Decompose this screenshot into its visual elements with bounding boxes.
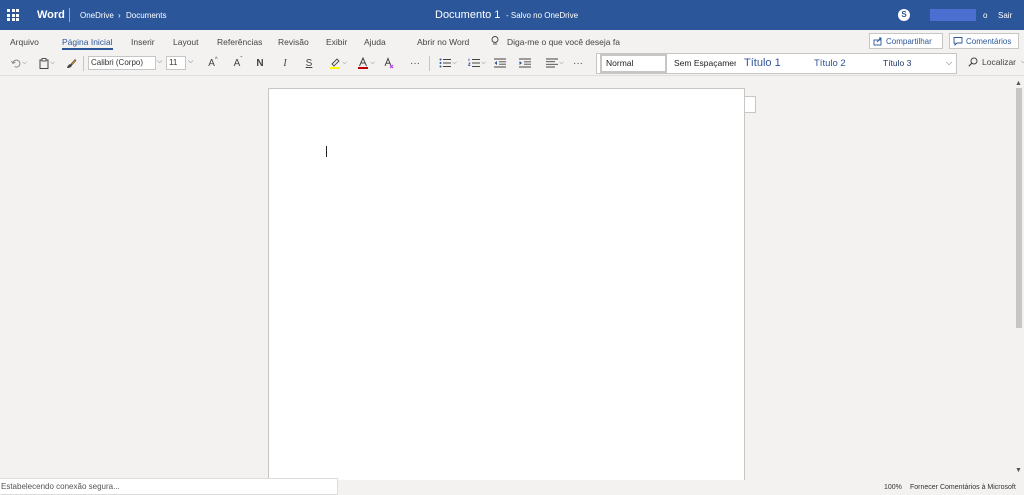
title-divider: [69, 8, 70, 22]
toolbar-separator: [429, 56, 430, 71]
breadcrumb-separator: ›: [118, 11, 121, 20]
share-label: Compartilhar: [886, 36, 932, 46]
scroll-down-arrow-icon[interactable]: ▼: [1015, 467, 1022, 474]
grow-font-icon: A: [208, 57, 215, 69]
bullets-button[interactable]: ⌵: [437, 56, 459, 70]
share-button[interactable]: Compartilhar: [869, 33, 943, 49]
more-icon: ···: [573, 57, 583, 69]
font-color-icon: [358, 57, 369, 69]
format-painter-icon: [66, 58, 76, 68]
bold-button[interactable]: N: [254, 56, 266, 70]
decrease-indent-button[interactable]: [493, 56, 507, 70]
increase-indent-icon: [519, 58, 531, 68]
clear-formatting-icon: [384, 57, 394, 69]
save-status: - Salvo no OneDrive: [506, 11, 579, 20]
clipboard-icon: [39, 57, 49, 69]
comment-icon: [953, 37, 963, 46]
alignment-button[interactable]: ⌵: [544, 56, 566, 70]
text-cursor: [326, 146, 327, 157]
waffle-icon: [7, 9, 19, 21]
tab-inserir[interactable]: Inserir: [131, 37, 155, 47]
underline-icon: S: [305, 57, 313, 69]
connection-status: Estabelecendo conexão segura...: [0, 478, 338, 495]
document-title[interactable]: Documento 1: [435, 9, 500, 21]
tell-me-search[interactable]: Diga-me o que você deseja fa: [507, 37, 620, 47]
skype-icon[interactable]: S: [898, 9, 910, 21]
more-icon: ···: [410, 57, 420, 69]
sign-out-link[interactable]: Sair: [998, 11, 1012, 20]
increase-indent-button[interactable]: [518, 56, 532, 70]
search-icon: [968, 57, 978, 67]
document-page[interactable]: [268, 88, 745, 480]
numbering-button[interactable]: ⌵: [466, 56, 488, 70]
bullet-list-icon: [439, 58, 452, 68]
style-no-spacing[interactable]: Sem Espaçamento: [674, 54, 736, 73]
highlight-button[interactable]: ⌵: [326, 56, 350, 70]
italic-icon: I: [283, 57, 287, 69]
tab-referencias[interactable]: Referências: [217, 37, 262, 47]
tab-arquivo[interactable]: Arquivo: [10, 37, 39, 47]
user-name-redacted: [930, 9, 976, 21]
shrink-font-icon: A: [233, 57, 241, 69]
highlighter-icon: [330, 58, 341, 69]
clear-formatting-button[interactable]: [382, 56, 396, 70]
more-paragraph-options-button[interactable]: ···: [570, 56, 586, 70]
shrink-font-button[interactable]: Aˇ: [231, 56, 245, 70]
tab-layout[interactable]: Layout: [173, 37, 199, 47]
tab-revisao[interactable]: Revisão: [278, 37, 309, 47]
share-icon: [873, 37, 882, 46]
font-name-box[interactable]: Calibri (Corpo): [88, 56, 156, 70]
undo-icon: [11, 59, 21, 68]
style-normal[interactable]: Normal: [600, 54, 667, 73]
feedback-link[interactable]: Fornecer Comentários à Microsoft: [910, 484, 1016, 491]
app-launcher-button[interactable]: [0, 0, 26, 30]
paste-button[interactable]: ⌵: [36, 56, 58, 70]
style-heading-3[interactable]: Título 3: [883, 54, 943, 73]
font-size-dropdown-icon[interactable]: ⌵: [188, 58, 193, 66]
undo-button[interactable]: ⌵: [8, 56, 30, 70]
zoom-level[interactable]: 100%: [884, 484, 902, 491]
scrollbar-thumb[interactable]: [1016, 88, 1022, 328]
style-heading-2[interactable]: Título 2: [814, 54, 876, 73]
find-button[interactable]: Localizar ⌵: [968, 57, 1024, 67]
lightbulb-icon: [491, 36, 499, 45]
underline-button[interactable]: S: [303, 56, 315, 70]
decrease-indent-icon: [494, 58, 506, 68]
find-label: Localizar: [982, 57, 1017, 67]
app-name[interactable]: Word: [37, 9, 65, 21]
user-name-suffix: o: [983, 11, 988, 20]
active-tab-indicator: [62, 48, 113, 50]
tab-ajuda[interactable]: Ajuda: [364, 37, 386, 47]
breadcrumb-documents[interactable]: Documents: [126, 11, 166, 20]
font-color-button[interactable]: ⌵: [354, 56, 378, 70]
styles-gallery-expand-icon[interactable]: ⌵: [946, 58, 952, 68]
font-size-box[interactable]: 11: [166, 56, 186, 70]
bold-icon: N: [256, 57, 264, 69]
tab-exibir[interactable]: Exibir: [326, 37, 347, 47]
numbered-list-icon: [468, 58, 481, 67]
breadcrumb-onedrive[interactable]: OneDrive: [80, 11, 114, 20]
grow-font-button[interactable]: A ^: [206, 56, 220, 70]
align-left-icon: [546, 58, 559, 68]
font-name-dropdown-icon[interactable]: ⌵: [157, 58, 162, 66]
comments-label: Comentários: [966, 36, 1012, 46]
tab-pagina-inicial[interactable]: Página Inicial: [62, 37, 113, 47]
comments-button[interactable]: Comentários: [949, 33, 1019, 49]
styles-gallery: Normal Sem Espaçamento Título 1 Título 2…: [596, 53, 957, 74]
format-painter-button[interactable]: [64, 56, 78, 70]
italic-button[interactable]: I: [279, 56, 291, 70]
open-in-word-button[interactable]: Abrir no Word: [417, 37, 469, 47]
more-font-options-button[interactable]: ···: [407, 56, 423, 70]
toolbar-separator: [83, 56, 84, 71]
title-bar: Word OneDrive › Documents Documento 1 - …: [0, 0, 1024, 30]
scroll-up-arrow-icon[interactable]: ▲: [1015, 80, 1022, 87]
style-heading-1[interactable]: Título 1: [744, 54, 806, 73]
page-margin-tab: [744, 96, 756, 113]
